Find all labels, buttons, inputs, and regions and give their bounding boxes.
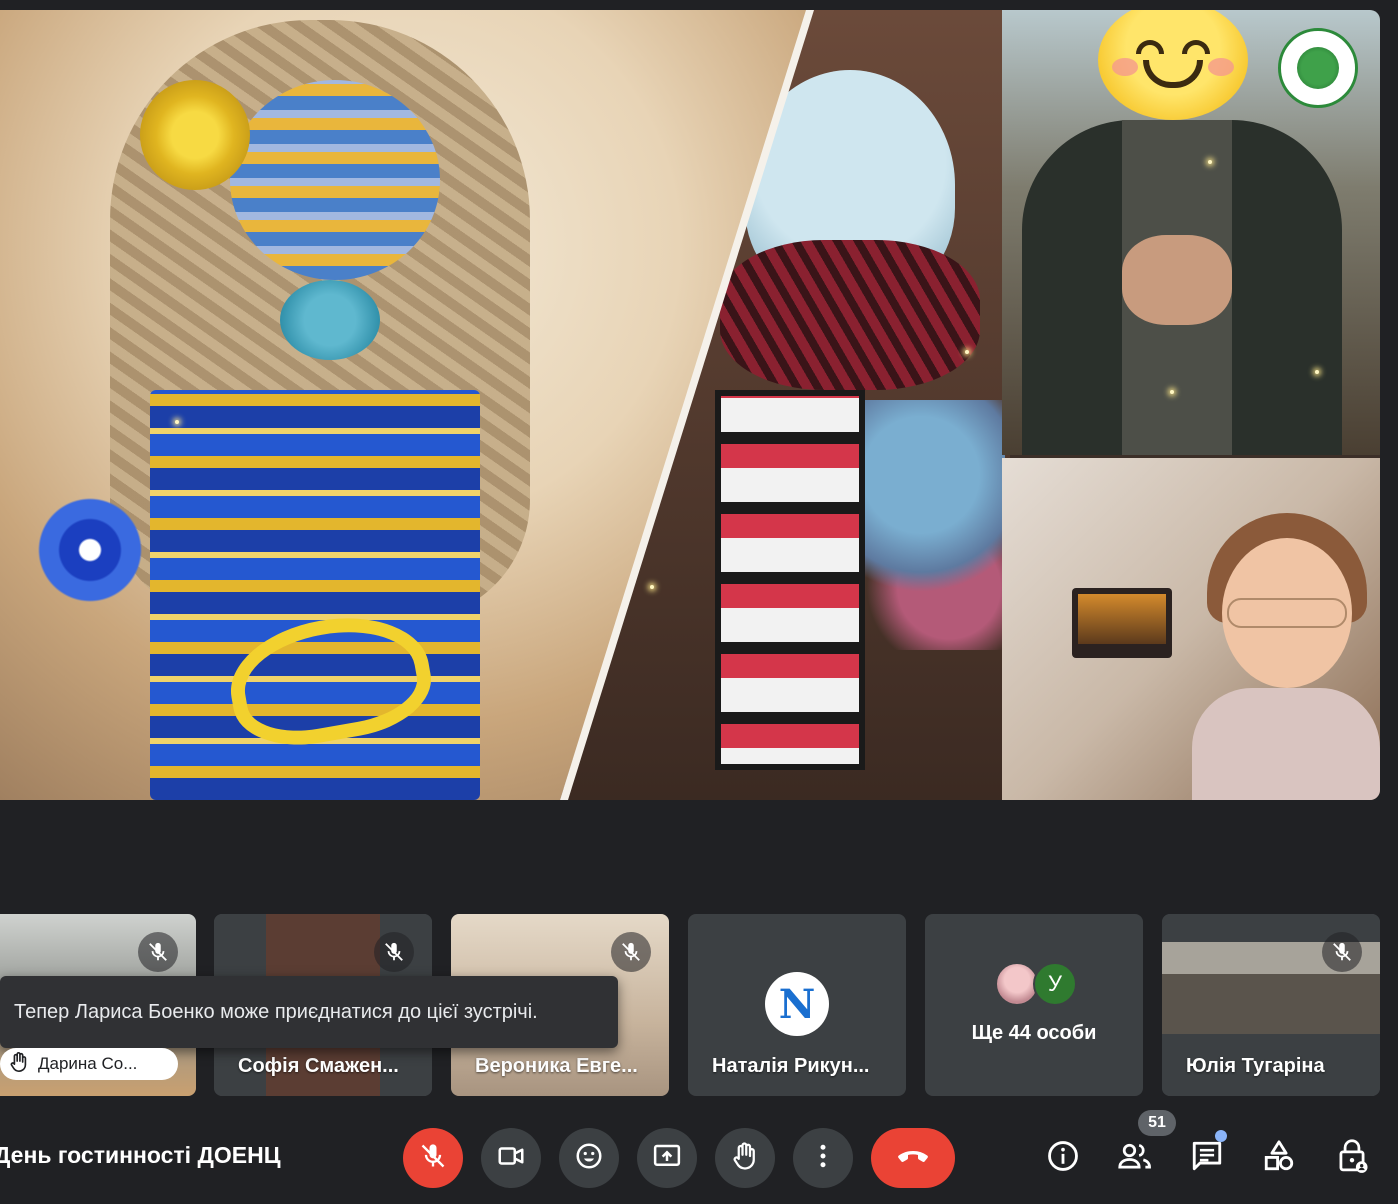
- others-count-label: Ще 44 особи: [971, 1022, 1097, 1044]
- activities-icon: [1262, 1139, 1296, 1178]
- microphone-toggle-button[interactable]: [403, 1128, 463, 1188]
- girl-at-laptop-photo: [1002, 458, 1380, 800]
- host-controls-icon: [1335, 1138, 1369, 1179]
- participant-name: Наталія Рикун...: [712, 1055, 870, 1077]
- participant-name: Дарина Со...: [38, 1054, 138, 1073]
- more-options-icon: [808, 1141, 838, 1176]
- meeting-control-bar: День гостинності ДОЕНЦ 51: [0, 1110, 1398, 1204]
- man-with-doll-photo: [1002, 10, 1380, 455]
- participant-name: Вероника Евге...: [475, 1055, 638, 1077]
- camera-icon: [496, 1141, 526, 1176]
- meeting-details-button[interactable]: [1041, 1136, 1085, 1180]
- mic-off-icon: [611, 932, 651, 972]
- raised-hand-name-chip[interactable]: Дарина Со...: [0, 1048, 178, 1080]
- mic-off-icon: [374, 932, 414, 972]
- people-icon: [1117, 1139, 1153, 1178]
- people-button[interactable]: [1113, 1136, 1157, 1180]
- smiling-emoji-icon: [1098, 10, 1248, 120]
- participant-tile[interactable]: Юлія Тугаріна: [1162, 914, 1380, 1096]
- camera-toggle-button[interactable]: [481, 1128, 541, 1188]
- mic-off-icon: [419, 1142, 447, 1175]
- raise-hand-button[interactable]: [715, 1128, 775, 1188]
- present-screen-button[interactable]: [637, 1128, 697, 1188]
- reactions-button[interactable]: [559, 1128, 619, 1188]
- toast-text: Тепер Лариса Боенко може приєднатися до …: [14, 1000, 538, 1023]
- present-screen-icon: [652, 1141, 682, 1176]
- mic-off-icon: [138, 932, 178, 972]
- participant-name: Юлія Тугаріна: [1186, 1055, 1325, 1077]
- activities-button[interactable]: [1257, 1136, 1301, 1180]
- avatar: У: [1033, 962, 1077, 1006]
- info-icon: [1046, 1139, 1080, 1178]
- end-call-button[interactable]: [871, 1128, 955, 1188]
- raise-hand-icon: [8, 1051, 30, 1078]
- participant-tile[interactable]: N Наталія Рикун...: [688, 914, 906, 1096]
- raise-hand-icon: [730, 1141, 760, 1176]
- meeting-title[interactable]: День гостинності ДОЕНЦ: [0, 1142, 281, 1169]
- participant-name: Софія Смажен...: [238, 1055, 399, 1077]
- chat-button[interactable]: [1185, 1136, 1229, 1180]
- emoji-icon: [574, 1141, 604, 1176]
- chat-icon: [1190, 1139, 1224, 1178]
- participants-count-badge: 51: [1138, 1110, 1176, 1136]
- join-notification-toast: Тепер Лариса Боенко може приєднатися до …: [0, 976, 618, 1048]
- organization-logo: [1278, 28, 1358, 108]
- avatar-stack: У: [995, 962, 1085, 1006]
- avatar: N: [765, 972, 829, 1036]
- main-video-stage: [0, 10, 1380, 800]
- host-controls-button[interactable]: [1330, 1136, 1374, 1180]
- others-tile[interactable]: У Ще 44 особи: [925, 914, 1143, 1096]
- end-call-icon: [893, 1136, 933, 1181]
- mic-off-icon: [1322, 932, 1362, 972]
- more-options-button[interactable]: [793, 1128, 853, 1188]
